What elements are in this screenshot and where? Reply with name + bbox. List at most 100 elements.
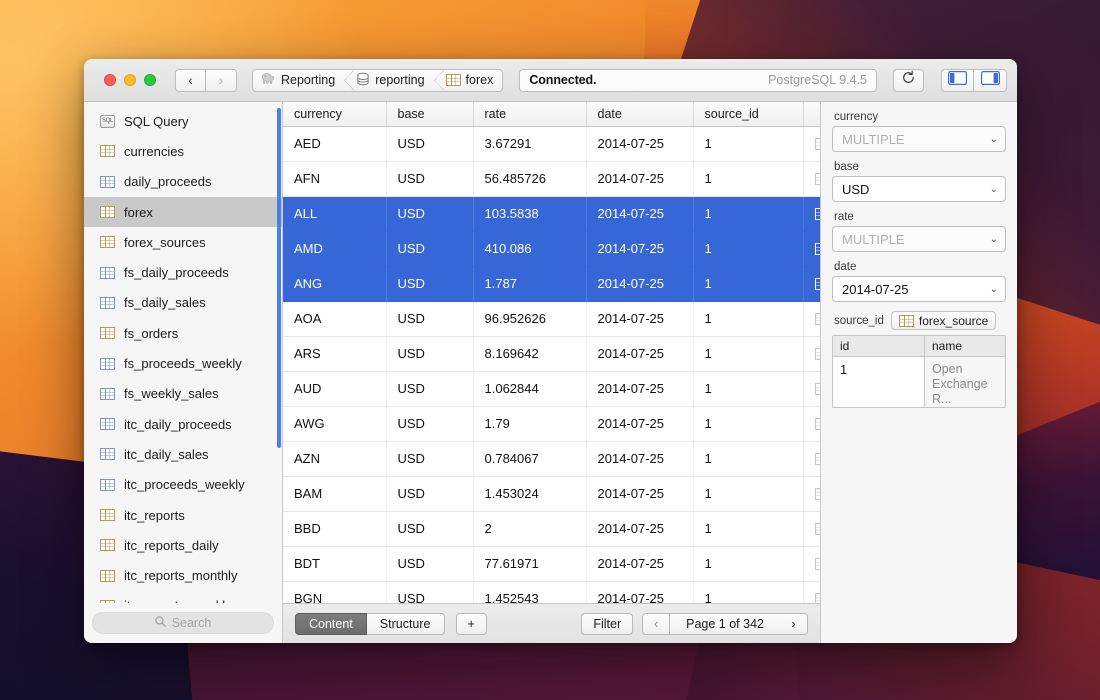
table-row[interactable]: AUDUSD1.0628442014-07-251	[283, 371, 820, 406]
table-row[interactable]: BGNUSD1.4525432014-07-251	[283, 581, 820, 603]
cell-currency[interactable]: ANG	[283, 266, 386, 301]
breadcrumb-item-database[interactable]: reporting	[344, 70, 433, 91]
sidebar-scrollbar[interactable]	[277, 108, 281, 448]
cell-base[interactable]: USD	[386, 476, 473, 511]
next-page-button[interactable]: ›	[780, 613, 808, 635]
row-reference-button[interactable]	[803, 371, 820, 406]
cell-date[interactable]: 2014-07-25	[586, 406, 693, 441]
row-reference-button[interactable]	[803, 441, 820, 476]
row-reference-button[interactable]	[803, 161, 820, 196]
breadcrumb-item-table[interactable]: forex	[434, 70, 503, 91]
sidebar-item-fs-weekly-sales[interactable]: fs_weekly_sales	[84, 379, 282, 409]
cell-date[interactable]: 2014-07-25	[586, 301, 693, 336]
row-reference-button[interactable]	[803, 581, 820, 603]
cell-currency[interactable]: AOA	[283, 301, 386, 336]
table-row[interactable]: ARSUSD8.1696422014-07-251	[283, 336, 820, 371]
table-row[interactable]: AFNUSD56.4857262014-07-251	[283, 161, 820, 196]
cell-source_id[interactable]: 1	[693, 196, 803, 231]
cell-currency[interactable]: BAM	[283, 476, 386, 511]
cell-base[interactable]: USD	[386, 231, 473, 266]
sidebar-item-fs-daily-proceeds[interactable]: fs_daily_proceeds	[84, 257, 282, 287]
cell-base[interactable]: USD	[386, 371, 473, 406]
toggle-left-panel-button[interactable]	[941, 69, 974, 92]
sidebar-item-forex[interactable]: forex	[84, 197, 282, 227]
sidebar-item-itc-daily-sales[interactable]: itc_daily_sales	[84, 439, 282, 469]
sidebar-item-daily-proceeds[interactable]: daily_proceeds	[84, 167, 282, 197]
table-row[interactable]: BAMUSD1.4530242014-07-251	[283, 476, 820, 511]
filter-button[interactable]: Filter	[581, 613, 633, 635]
sidebar-item-fs-daily-sales[interactable]: fs_daily_sales	[84, 288, 282, 318]
cell-currency[interactable]: AMD	[283, 231, 386, 266]
cell-source_id[interactable]: 1	[693, 581, 803, 603]
cell-rate[interactable]: 103.5838	[473, 196, 586, 231]
cell-base[interactable]: USD	[386, 126, 473, 161]
cell-date[interactable]: 2014-07-25	[586, 476, 693, 511]
sidebar-item-itc-reports-daily[interactable]: itc_reports_daily	[84, 530, 282, 560]
toggle-right-panel-button[interactable]	[974, 69, 1007, 92]
sidebar-item-fs-proceeds-weekly[interactable]: fs_proceeds_weekly	[84, 348, 282, 378]
row-reference-button[interactable]	[803, 196, 820, 231]
row-reference-button[interactable]	[803, 336, 820, 371]
sidebar-item-sql query[interactable]: SQLSQL Query	[84, 106, 282, 136]
cell-date[interactable]: 2014-07-25	[586, 161, 693, 196]
cell-base[interactable]: USD	[386, 266, 473, 301]
cell-date[interactable]: 2014-07-25	[586, 231, 693, 266]
cell-date[interactable]: 2014-07-25	[586, 196, 693, 231]
cell-currency[interactable]: AUD	[283, 371, 386, 406]
cell-base[interactable]: USD	[386, 301, 473, 336]
row-reference-button[interactable]	[803, 231, 820, 266]
inspector-field-date[interactable]: 2014-07-25⌄	[832, 276, 1006, 302]
cell-rate[interactable]: 77.61971	[473, 546, 586, 581]
cell-source_id[interactable]: 1	[693, 546, 803, 581]
table-row[interactable]: AEDUSD3.672912014-07-251	[283, 126, 820, 161]
inspector-field-base[interactable]: USD⌄	[832, 176, 1006, 202]
forward-button[interactable]: ›	[206, 69, 237, 92]
cell-currency[interactable]: AZN	[283, 441, 386, 476]
cell-source_id[interactable]: 1	[693, 126, 803, 161]
sidebar-item-itc-proceeds-weekly[interactable]: itc_proceeds_weekly	[84, 470, 282, 500]
cell-source_id[interactable]: 1	[693, 336, 803, 371]
tab-content[interactable]: Content	[295, 613, 367, 635]
row-reference-button[interactable]	[803, 476, 820, 511]
zoom-button[interactable]	[144, 74, 156, 86]
table-row[interactable]: AMDUSD410.0862014-07-251	[283, 231, 820, 266]
cell-date[interactable]: 2014-07-25	[586, 126, 693, 161]
sidebar-item-itc-reports-weekly[interactable]: itc_reports_weekly	[84, 591, 282, 603]
cell-rate[interactable]: 96.952626	[473, 301, 586, 336]
table-row[interactable]: ANGUSD1.7872014-07-251	[283, 266, 820, 301]
row-reference-button[interactable]	[803, 546, 820, 581]
sidebar-item-itc-reports-monthly[interactable]: itc_reports_monthly	[84, 560, 282, 590]
sidebar-item-forex-sources[interactable]: forex_sources	[84, 227, 282, 257]
table-row[interactable]: BDTUSD77.619712014-07-251	[283, 546, 820, 581]
grid-column-header-rate[interactable]: rate	[473, 102, 586, 126]
cell-currency[interactable]: AED	[283, 126, 386, 161]
cell-currency[interactable]: ARS	[283, 336, 386, 371]
cell-source_id[interactable]: 1	[693, 301, 803, 336]
previous-page-button[interactable]: ‹	[642, 613, 670, 635]
cell-currency[interactable]: BDT	[283, 546, 386, 581]
cell-base[interactable]: USD	[386, 196, 473, 231]
row-reference-button[interactable]	[803, 126, 820, 161]
cell-rate[interactable]: 1.787	[473, 266, 586, 301]
cell-currency[interactable]: AWG	[283, 406, 386, 441]
search-input[interactable]: Search	[92, 612, 274, 634]
grid-column-header-currency[interactable]: currency	[283, 102, 386, 126]
cell-date[interactable]: 2014-07-25	[586, 441, 693, 476]
cell-base[interactable]: USD	[386, 336, 473, 371]
cell-base[interactable]: USD	[386, 441, 473, 476]
cell-rate[interactable]: 8.169642	[473, 336, 586, 371]
minimize-button[interactable]	[124, 74, 136, 86]
close-button[interactable]	[104, 74, 116, 86]
reference-id-field[interactable]: 1	[833, 357, 925, 407]
table-row[interactable]: AOAUSD96.9526262014-07-251	[283, 301, 820, 336]
sidebar-item-itc-reports[interactable]: itc_reports	[84, 500, 282, 530]
table-row[interactable]: AWGUSD1.792014-07-251	[283, 406, 820, 441]
cell-source_id[interactable]: 1	[693, 476, 803, 511]
sidebar-item-itc-daily-proceeds[interactable]: itc_daily_proceeds	[84, 409, 282, 439]
cell-source_id[interactable]: 1	[693, 231, 803, 266]
cell-rate[interactable]: 2	[473, 511, 586, 546]
grid-column-header-base[interactable]: base	[386, 102, 473, 126]
row-reference-button[interactable]	[803, 266, 820, 301]
tab-structure[interactable]: Structure	[367, 613, 445, 635]
cell-currency[interactable]: BBD	[283, 511, 386, 546]
